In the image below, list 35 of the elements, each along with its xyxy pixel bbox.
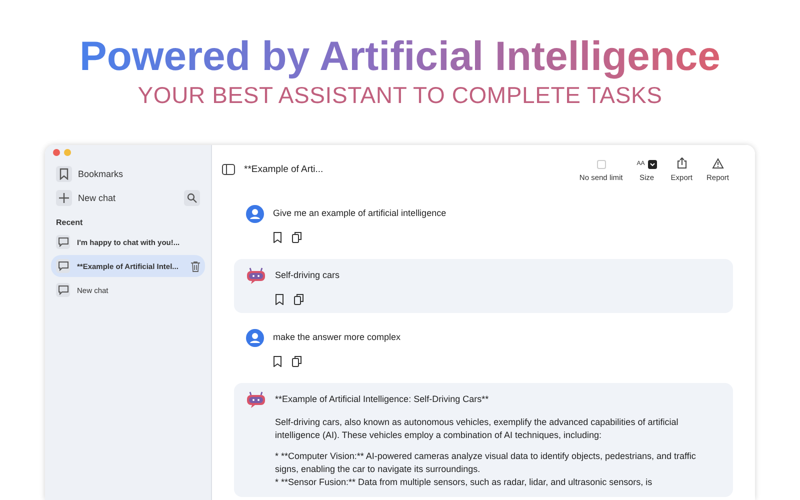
message-text: Self-driving cars, also known as autonomous vehicles, exemplify the advanced capabilities of artificial intelligence (AI). These vehicles employ a combination of AI techniques, including: (275, 416, 680, 442)
share-icon (676, 156, 687, 168)
warning-icon (712, 158, 724, 168)
user-avatar-icon (246, 329, 264, 347)
copy-icon[interactable] (292, 232, 302, 243)
chat-title: **Example of Arti... (244, 164, 324, 174)
message-text: Self-driving cars (275, 269, 341, 282)
close-window-button[interactable] (53, 149, 60, 156)
bookmarks-link[interactable]: Bookmarks (78, 169, 124, 179)
message-text: * **Computer Vision:** AI-powered cameras analyze visual data to identify objects, pedestrians, and traffic signs, enabling the car to navigate its surroundings. (275, 450, 697, 476)
message-text: make the answer more complex (273, 331, 402, 344)
new-chat-button[interactable]: New chat (78, 193, 116, 203)
speech-bubble-icon (56, 259, 70, 273)
search-icon[interactable] (184, 190, 200, 206)
message-text: Give me an example of artificial intelligence (273, 207, 448, 220)
bookmark-icon[interactable] (273, 356, 282, 367)
message-text: * **Sensor Fusion:** Data from multiple sensors, such as radar, lidar, and ultrasonic sensors, is (275, 476, 654, 489)
speech-bubble-icon (56, 283, 70, 297)
user-avatar-icon (246, 205, 264, 223)
dropdown-icon[interactable] (648, 160, 657, 168)
message-text: **Example of Artificial Intelligence: Self-Driving Cars** (275, 393, 490, 406)
copy-icon[interactable] (292, 356, 302, 367)
bookmark-icon[interactable] (273, 232, 282, 243)
speech-bubble-icon (56, 235, 70, 249)
bookmark-icon[interactable] (56, 166, 72, 182)
robot-icon (246, 391, 266, 409)
sidebar-toggle-icon[interactable] (222, 164, 235, 174)
copy-icon[interactable] (294, 294, 304, 305)
subtitle: YOUR BEST ASSISTANT TO COMPLETE TASKS (138, 82, 662, 109)
checkbox[interactable] (596, 160, 606, 168)
plus-icon[interactable] (56, 190, 72, 206)
robot-icon (246, 267, 266, 285)
section-heading: Recent (56, 218, 84, 227)
bookmark-icon[interactable] (275, 294, 284, 305)
trash-icon[interactable] (191, 260, 200, 272)
